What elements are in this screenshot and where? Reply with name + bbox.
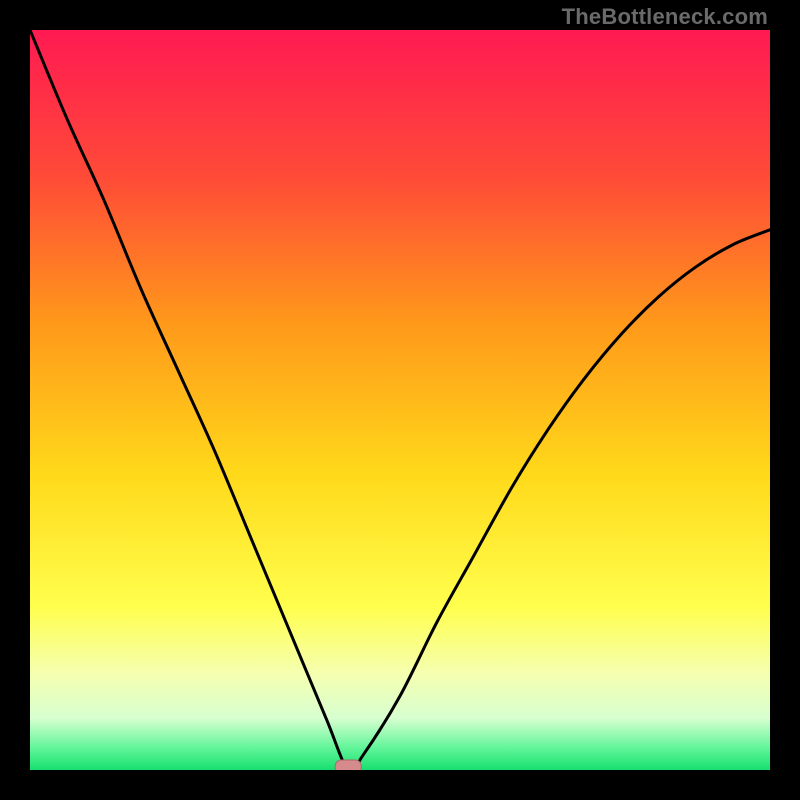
optimal-point-marker bbox=[335, 760, 361, 770]
outer-frame: TheBottleneck.com bbox=[0, 0, 800, 800]
chart-area bbox=[30, 30, 770, 770]
watermark-text: TheBottleneck.com bbox=[562, 4, 768, 30]
gradient-background bbox=[30, 30, 770, 770]
chart-svg bbox=[30, 30, 770, 770]
